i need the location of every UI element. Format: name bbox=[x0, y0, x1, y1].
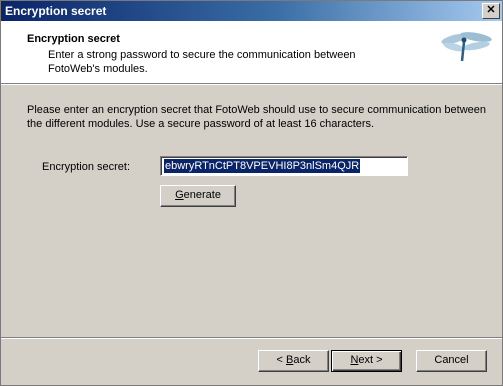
encryption-secret-value: ebwryRTnCtPT8VPEVHI8P3nlSm4QJR bbox=[164, 159, 361, 173]
encryption-secret-input[interactable]: ebwryRTnCtPT8VPEVHI8P3nlSm4QJR bbox=[160, 156, 408, 176]
next-button[interactable]: Next > bbox=[331, 350, 402, 372]
dragonfly-icon bbox=[441, 32, 492, 62]
header-title: Encryption secret bbox=[27, 33, 120, 45]
header-divider bbox=[1, 84, 502, 85]
generate-button[interactable]: Generate bbox=[160, 185, 236, 207]
intro-text: Please enter an encryption secret that F… bbox=[27, 104, 487, 130]
close-icon[interactable]: ✕ bbox=[482, 3, 500, 19]
footer-divider bbox=[1, 337, 502, 339]
cancel-button[interactable]: Cancel bbox=[416, 350, 487, 372]
window-title: Encryption secret bbox=[5, 4, 107, 18]
title-bar[interactable]: Encryption secret ✕ bbox=[1, 1, 502, 21]
wizard-header: Encryption secret Enter a strong passwor… bbox=[1, 21, 502, 84]
header-description: Enter a strong password to secure the co… bbox=[48, 49, 356, 75]
wizard-window: Encryption secret ✕ Encryption secret En… bbox=[0, 0, 503, 386]
back-button[interactable]: < Back bbox=[258, 350, 329, 372]
encryption-secret-label: Encryption secret: bbox=[42, 161, 131, 173]
